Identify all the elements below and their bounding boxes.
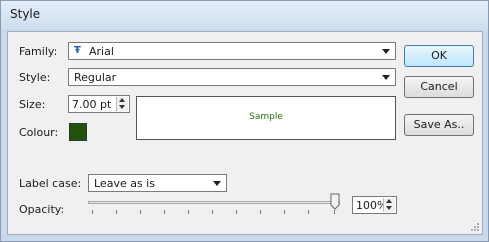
colour-swatch[interactable] <box>69 123 87 141</box>
slider-tick <box>260 210 261 214</box>
spin-down-icon[interactable] <box>119 105 125 109</box>
size-label: Size: <box>19 98 46 111</box>
label-case-dropdown[interactable]: Leave as is <box>88 174 227 192</box>
sample-preview: Sample <box>136 96 396 140</box>
spin-down-icon[interactable] <box>386 206 392 210</box>
opacity-label: Opacity: <box>19 203 65 216</box>
dialog-body: Family: Ŧ Arial Style: Regular Size: 7.0… <box>7 31 483 235</box>
sample-text: Sample <box>249 112 283 122</box>
family-label: Family: <box>19 45 58 58</box>
slider-tick <box>92 210 93 214</box>
window-title: Style <box>10 7 41 21</box>
ok-button[interactable]: OK <box>404 45 474 67</box>
opacity-spin-buttons[interactable] <box>383 198 395 212</box>
slider-tick <box>164 210 165 214</box>
size-spinner[interactable]: 7.00 pt <box>68 95 130 113</box>
colour-label: Colour: <box>19 126 59 139</box>
style-label: Style: <box>19 71 51 84</box>
truetype-font-icon: Ŧ <box>74 45 81 56</box>
size-spin-buttons[interactable] <box>116 97 128 111</box>
size-value: 7.00 pt <box>72 98 112 111</box>
opacity-slider-thumb[interactable] <box>330 193 340 210</box>
slider-tick <box>284 210 285 214</box>
save-as-button[interactable]: Save As.. <box>404 114 474 136</box>
title-bar: Style <box>1 1 488 29</box>
resize-grip-icon[interactable] <box>470 222 480 232</box>
style-value: Regular <box>74 71 117 84</box>
label-case-label: Label case: <box>19 177 82 190</box>
slider-tick <box>308 210 309 214</box>
slider-tick <box>188 210 189 214</box>
chevron-down-icon <box>382 75 390 80</box>
style-dialog: Style Family: Ŧ Arial Style: Regular Siz… <box>0 0 489 242</box>
style-dropdown[interactable]: Regular <box>68 68 396 86</box>
cancel-button[interactable]: Cancel <box>404 76 474 98</box>
spin-up-icon[interactable] <box>386 199 392 203</box>
slider-tick <box>116 210 117 214</box>
label-case-value: Leave as is <box>94 177 155 190</box>
chevron-down-icon <box>382 49 390 54</box>
chevron-down-icon <box>213 181 221 186</box>
slider-tick <box>334 210 335 214</box>
opacity-spinner[interactable]: 100% <box>352 196 397 214</box>
slider-tick <box>236 210 237 214</box>
slider-tick <box>140 210 141 214</box>
slider-tick <box>212 210 213 214</box>
family-dropdown[interactable]: Ŧ Arial <box>68 42 396 60</box>
family-value: Arial <box>89 45 114 58</box>
spin-up-icon[interactable] <box>119 98 125 102</box>
opacity-slider-track[interactable] <box>88 201 340 204</box>
